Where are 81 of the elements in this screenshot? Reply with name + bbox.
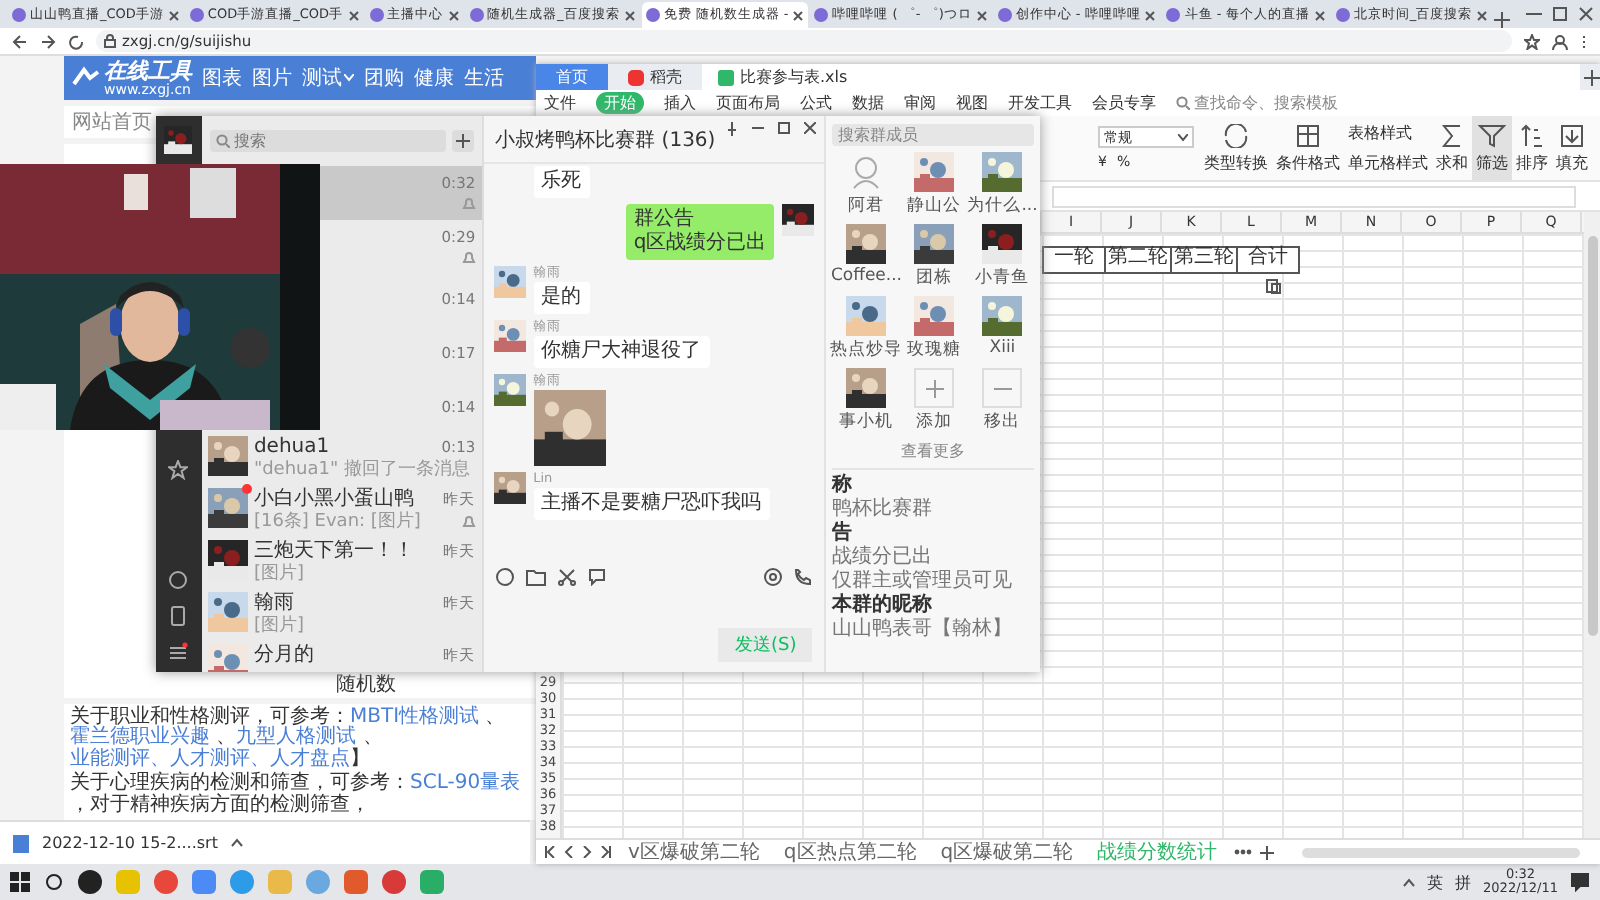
message-bubble: 群公告 q区战绩分已出 <box>625 204 775 260</box>
message-bubble: 乐死 <box>533 166 590 198</box>
info-label: 本群的昵称 <box>832 594 935 616</box>
member-name: Xiii <box>989 338 1016 358</box>
member-name: 热点炒导 <box>830 338 903 362</box>
chat-name: 翰雨 <box>253 592 294 615</box>
ribbon-button[interactable]: 表格样式 <box>1348 122 1428 144</box>
menu-tab[interactable]: 公式 <box>800 92 832 114</box>
chat-preview: [图片] <box>253 564 304 585</box>
nav-link[interactable]: 团购 <box>364 64 404 92</box>
link[interactable]: 霍兰德职业兴趣 <box>70 726 210 748</box>
chat-name: 三炮天下第一！！ <box>253 540 414 563</box>
table-cell: 一轮 <box>1042 246 1106 274</box>
member-name: 阿君 <box>848 194 885 218</box>
message-bubble: 是的 <box>533 282 590 314</box>
link[interactable]: 业能测评、人才测评、人才盘点 <box>70 747 350 769</box>
member-name: 事小机 <box>839 410 894 434</box>
link[interactable]: MBTI性格测试 <box>350 705 480 727</box>
sheet-tab[interactable]: q区热点第二轮 <box>775 841 925 863</box>
document-tab[interactable]: 稻壳 <box>612 64 698 90</box>
info-label: 称 <box>832 474 855 496</box>
link[interactable]: SCL-90量表 <box>410 772 521 794</box>
ribbon-button[interactable]: 条件格式 <box>1272 116 1344 180</box>
member-name: Coffee... <box>830 266 903 286</box>
table-cell: 合计 <box>1236 246 1300 274</box>
chat-name: 小白小黑小蛋山鸭 <box>253 488 414 511</box>
document-tab[interactable]: 比赛参与表.xls <box>702 64 1580 90</box>
ribbon-button[interactable]: 类型转换 <box>1200 116 1272 180</box>
ribbon-button[interactable]: 填充 <box>1552 116 1592 180</box>
menu-tab[interactable]: 页面布局 <box>716 92 780 114</box>
chat-preview: "dehua1" 撤回了一条消息 <box>253 460 470 481</box>
download-file[interactable]: 2022-12-10 15-2....srt <box>42 834 218 852</box>
nav-link[interactable]: 图片 <box>252 64 292 92</box>
chat-preview: [16条] Evan: [图片] <box>253 512 421 533</box>
chat-title: 小叔烤鸭杯比赛群 (136) <box>495 127 716 153</box>
link[interactable]: 九型人格测试 <box>236 726 357 748</box>
member-name: 移出 <box>984 410 1021 434</box>
message-bubble: 主播不是要糖尸恐吓我吗 <box>533 488 770 520</box>
info-value: 仅群主或管理员可见 <box>832 570 1015 592</box>
message-bubble: 你糖尸大神退役了 <box>533 336 710 368</box>
ribbon-button[interactable]: 排序 <box>1512 116 1552 180</box>
member-name: 静山公 <box>907 194 962 218</box>
info-value: 鸭杯比赛群 <box>832 498 935 520</box>
command-search[interactable]: 查找命令、搜索模板 <box>1176 92 1338 114</box>
nav-link[interactable]: 生活 <box>464 64 504 92</box>
chat-preview: [图片] <box>253 616 304 637</box>
menu-tab[interactable]: 文件 <box>544 92 576 114</box>
caption: 随机数 <box>336 673 396 697</box>
menu-tab[interactable]: 开发工具 <box>1008 92 1072 114</box>
info-value: 山山鸭表哥【翰林】 <box>832 618 1015 640</box>
document-tab[interactable]: 首页 <box>536 64 608 90</box>
member-name: 添加 <box>916 410 953 434</box>
menu-tab[interactable]: 插入 <box>664 92 696 114</box>
member-name: 为什么... <box>967 194 1038 218</box>
ribbon-button[interactable]: 筛选 <box>1472 116 1512 180</box>
info-label: 告 <box>832 522 855 544</box>
menu-tab[interactable]: 会员专享 <box>1092 92 1156 114</box>
menu-tab[interactable]: 视图 <box>956 92 988 114</box>
sheet-tab[interactable]: q区爆破第二轮 <box>932 841 1082 863</box>
member-name: 团栋 <box>916 266 953 290</box>
ribbon-button[interactable]: 求和 <box>1432 116 1472 180</box>
sheet-tab[interactable]: v区爆破第二轮 <box>620 841 768 863</box>
menu-tab[interactable]: 数据 <box>852 92 884 114</box>
nav-link[interactable]: 图表 <box>202 64 242 92</box>
breadcrumb-link[interactable]: 网站首页 <box>72 108 152 136</box>
chat-name: 分月的 <box>253 644 314 667</box>
ribbon-button[interactable]: 单元格样式 <box>1348 152 1428 174</box>
info-value: 战绩分已出 <box>832 546 935 568</box>
paragraph: 关于职业和性格测评，可参考：MBTI性格测试 、 霍兰德职业兴趣 、九型人格测试 、 业能测评、人才测评、人才盘点】 <box>70 707 508 770</box>
logo-text[interactable]: 在线工具 <box>104 59 192 83</box>
table-cell: 第三轮 <box>1170 246 1238 274</box>
paragraph: 关于心理疾病的检测和筛查，可参考：SCL-90量表 ，对于精神疾病方面的检测筛查， <box>70 774 523 816</box>
menu-tab[interactable]: 审阅 <box>904 92 936 114</box>
input-method-indicator[interactable]: 拼 <box>1455 871 1472 893</box>
member-name: 小青鱼 <box>975 266 1030 290</box>
chat-name: dehua1 <box>253 436 330 459</box>
table-cell: 第二轮 <box>1104 246 1172 274</box>
input-method-indicator[interactable]: 英 <box>1427 871 1444 893</box>
nav-link[interactable]: 测试 <box>302 64 354 92</box>
member-name: 玫瑰糖 <box>907 338 962 362</box>
nav-link[interactable]: 健康 <box>414 64 454 92</box>
